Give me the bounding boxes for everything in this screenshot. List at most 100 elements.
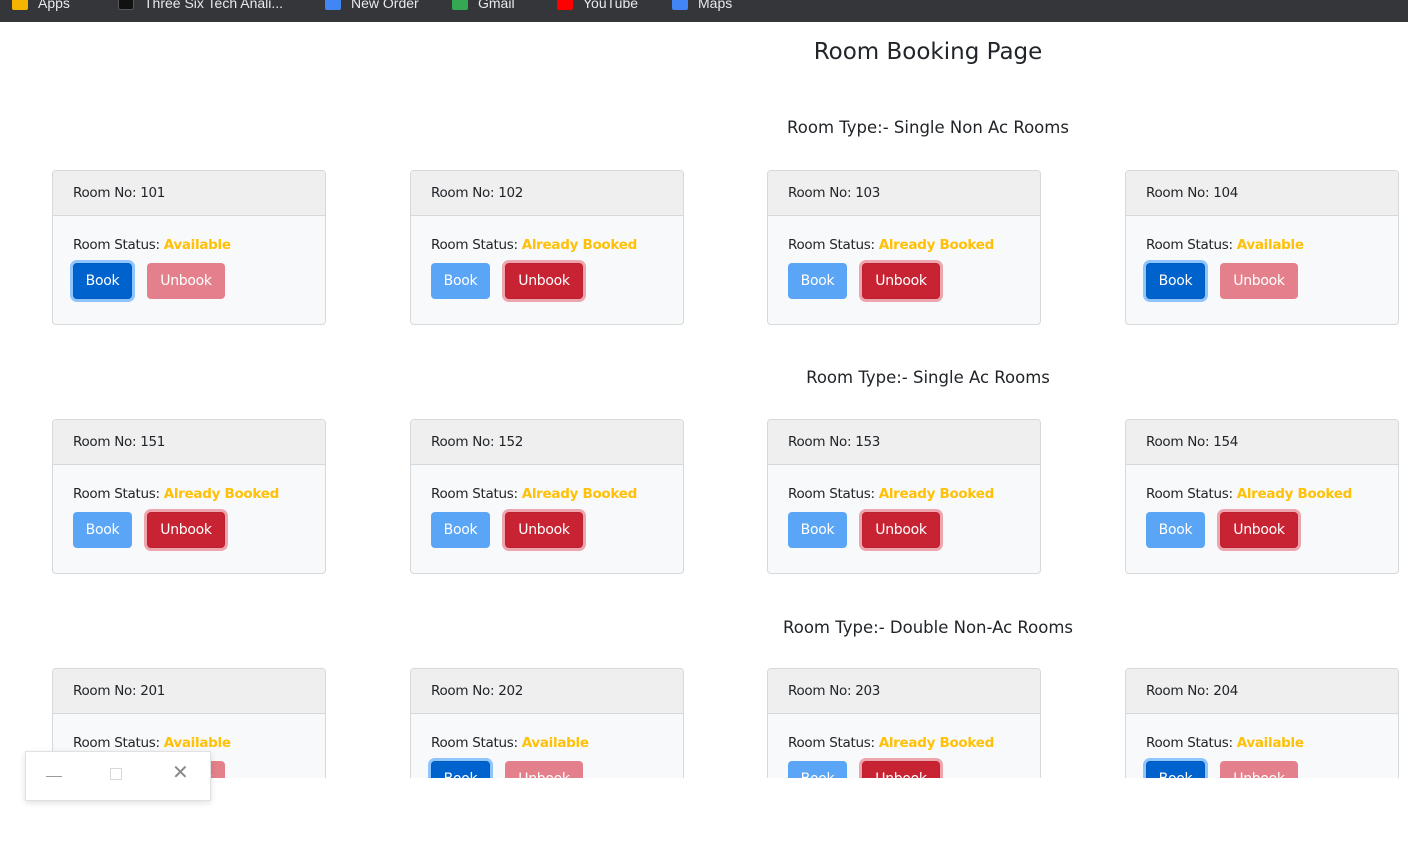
bookmark-gmail[interactable]: Gmail (452, 0, 515, 13)
room-status-value: Already Booked (163, 486, 280, 502)
book-button[interactable]: Book (1146, 761, 1205, 778)
maps-icon (672, 0, 688, 10)
minimize-icon[interactable] (46, 776, 62, 777)
room-number: Room No: 202 (411, 669, 683, 714)
room-status-label: Room Status: (788, 735, 875, 751)
room-card-body: Room Status: Already Booked Book Unbook (768, 465, 1040, 548)
unbook-button[interactable]: Unbook (505, 761, 583, 778)
bookmark-three-six-tech[interactable]: Three Six Tech Anali... (118, 0, 283, 13)
room-status: Room Status: Available (1146, 734, 1378, 752)
room-status: Room Status: Available (73, 734, 305, 752)
bookmark-apps[interactable]: Apps (12, 0, 70, 13)
room-card-body: Room Status: Available Book Unbook (1126, 714, 1398, 778)
room-status-value: Already Booked (878, 735, 995, 751)
page-viewport: Room Booking Page Room Type:- Single Non… (0, 22, 1408, 778)
book-button[interactable]: Book (1146, 512, 1205, 548)
room-card: Room No: 203 Room Status: Already Booked B… (767, 668, 1041, 778)
unbook-button[interactable]: Unbook (1220, 263, 1298, 299)
bookmark-label: YouTube (583, 0, 639, 11)
unbook-button[interactable]: Unbook (862, 512, 940, 548)
room-number: Room No: 151 (53, 420, 325, 465)
unbook-button[interactable]: Unbook (862, 761, 940, 778)
bookmark-new-order[interactable]: New Order (325, 0, 419, 13)
room-card-body: Room Status: Already Booked Book Unbook (411, 216, 683, 299)
room-status-value: Available (1236, 237, 1304, 253)
room-actions: Book Unbook (1146, 761, 1378, 778)
bookmark-label: Gmail (478, 0, 515, 11)
room-number: Room No: 154 (1126, 420, 1398, 465)
room-status-label: Room Status: (788, 237, 875, 253)
bookmarks-bar: Apps Three Six Tech Anali... New Order G… (0, 0, 1408, 22)
room-status-label: Room Status: (1146, 237, 1233, 253)
room-status: Room Status: Available (73, 236, 305, 254)
room-card: Room No: 104 Room Status: Available Book Un… (1125, 170, 1399, 325)
youtube-icon (557, 0, 573, 10)
room-card-body: Room Status: Already Booked Book Unbook (1126, 465, 1398, 548)
floating-window: ✕ (25, 751, 211, 801)
close-icon[interactable]: ✕ (172, 762, 189, 782)
book-button[interactable]: Book (788, 263, 847, 299)
bookmark-maps[interactable]: Maps (672, 0, 732, 13)
room-number: Room No: 104 (1126, 171, 1398, 216)
room-status: Room Status: Already Booked (431, 485, 663, 503)
room-status: Room Status: Already Booked (431, 236, 663, 254)
book-button[interactable]: Book (431, 512, 490, 548)
room-status-value: Available (521, 735, 589, 751)
room-actions: Book Unbook (1146, 263, 1378, 299)
unbook-button[interactable]: Unbook (1220, 512, 1298, 548)
room-card-body: Room Status: Already Booked Book Unbook (768, 714, 1040, 778)
room-status-value: Available (163, 735, 231, 751)
room-card: Room No: 101 Room Status: Available Book Un… (52, 170, 326, 325)
room-actions: Book Unbook (788, 263, 1020, 299)
room-status: Room Status: Available (431, 734, 663, 752)
room-card-body: Room Status: Available Book Unbook (411, 714, 683, 778)
room-status-label: Room Status: (73, 486, 160, 502)
room-status-label: Room Status: (73, 735, 160, 751)
room-card: Room No: 154 Room Status: Already Booked B… (1125, 419, 1399, 574)
room-number: Room No: 153 (768, 420, 1040, 465)
section-title: Room Type:- Double Non-Ac Rooms (783, 618, 1073, 637)
unbook-button[interactable]: Unbook (505, 263, 583, 299)
room-card: Room No: 152 Room Status: Already Booked B… (410, 419, 684, 574)
room-status-value: Already Booked (878, 237, 995, 253)
room-card: Room No: 151 Room Status: Already Booked B… (52, 419, 326, 574)
unbook-button[interactable]: Unbook (862, 263, 940, 299)
book-button[interactable]: Book (431, 263, 490, 299)
book-button[interactable]: Book (788, 761, 847, 778)
book-button[interactable]: Book (431, 761, 490, 778)
unbook-button[interactable]: Unbook (1220, 761, 1298, 778)
maximize-icon[interactable] (110, 768, 122, 780)
bookmark-label: Maps (698, 0, 733, 11)
room-number: Room No: 201 (53, 669, 325, 714)
room-status-value: Already Booked (1236, 486, 1353, 502)
room-actions: Book Unbook (73, 512, 305, 548)
room-number: Room No: 203 (768, 669, 1040, 714)
book-button[interactable]: Book (73, 512, 132, 548)
room-status-label: Room Status: (1146, 735, 1233, 751)
room-actions: Book Unbook (431, 263, 663, 299)
room-status: Room Status: Already Booked (788, 485, 1020, 503)
book-button[interactable]: Book (1146, 263, 1205, 299)
room-status-value: Available (1236, 735, 1304, 751)
room-card: Room No: 102 Room Status: Already Booked B… (410, 170, 684, 325)
unbook-button[interactable]: Unbook (147, 263, 225, 299)
unbook-button[interactable]: Unbook (147, 512, 225, 548)
room-actions: Book Unbook (431, 761, 663, 778)
book-button[interactable]: Book (73, 263, 132, 299)
bookmark-youtube[interactable]: YouTube (557, 0, 638, 13)
room-actions: Book Unbook (1146, 512, 1378, 548)
room-number: Room No: 101 (53, 171, 325, 216)
section-title: Room Type:- Single Non Ac Rooms (787, 118, 1069, 137)
room-card-body: Room Status: Already Booked Book Unbook (53, 465, 325, 548)
room-card: Room No: 204 Room Status: Available Book Un… (1125, 668, 1399, 778)
room-number: Room No: 102 (411, 171, 683, 216)
section-title: Room Type:- Single Ac Rooms (806, 368, 1050, 387)
room-status: Room Status: Already Booked (73, 485, 305, 503)
room-card-body: Room Status: Available Book Unbook (1126, 216, 1398, 299)
room-card-body: Room Status: Available Book Unbook (53, 216, 325, 299)
room-status: Room Status: Available (1146, 236, 1378, 254)
book-button[interactable]: Book (788, 512, 847, 548)
room-status-value: Already Booked (521, 237, 638, 253)
bookmark-label: Three Six Tech Anali... (144, 0, 284, 11)
unbook-button[interactable]: Unbook (505, 512, 583, 548)
